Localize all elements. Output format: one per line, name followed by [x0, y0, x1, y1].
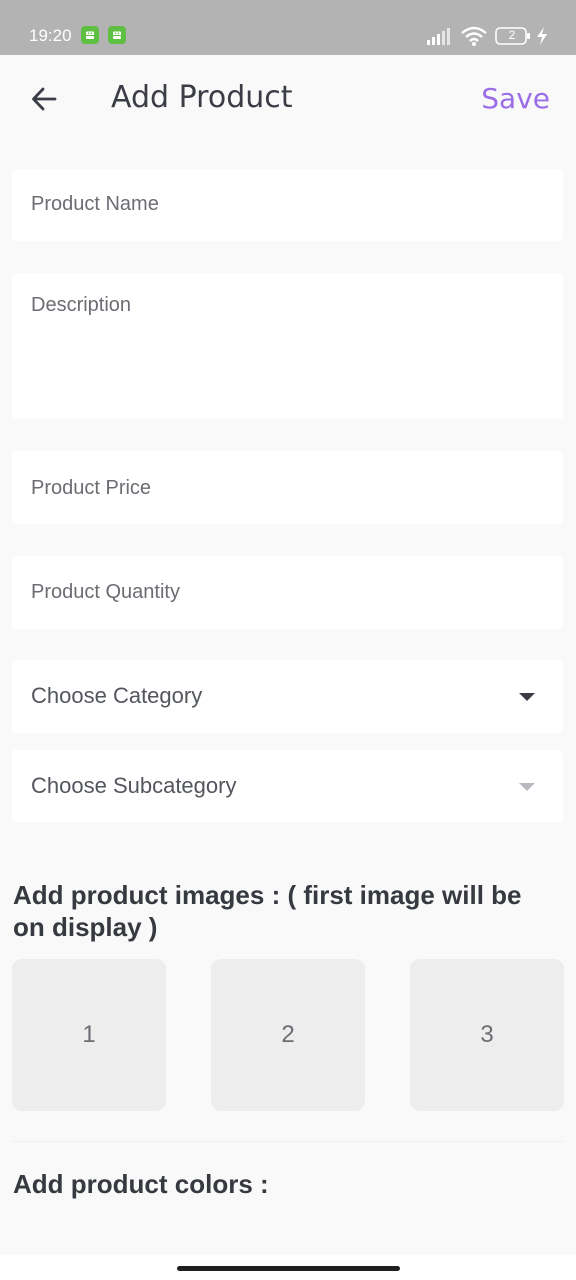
save-button[interactable]: Save	[481, 79, 550, 119]
description-placeholder: Description	[31, 294, 132, 316]
home-indicator[interactable]	[177, 1266, 400, 1271]
status-bar: 19:20 2	[0, 0, 576, 55]
divider	[12, 1141, 563, 1142]
page-title: Add Product	[111, 80, 293, 115]
android-notification-icon	[108, 26, 126, 44]
dropdown-arrow-icon	[519, 693, 535, 701]
dropdown-arrow-icon	[519, 783, 535, 791]
product-name-field[interactable]: Product Name	[12, 169, 563, 241]
image-slot-number: 2	[281, 1021, 295, 1048]
back-button[interactable]	[24, 79, 64, 119]
arrow-left-icon	[32, 87, 57, 111]
charging-icon	[537, 27, 547, 45]
signal-icon	[427, 28, 450, 45]
product-quantity-placeholder: Product Quantity	[31, 581, 180, 603]
navigation-bar	[0, 1255, 576, 1280]
description-field[interactable]: Description	[12, 273, 563, 419]
image-slot-3[interactable]: 3	[410, 959, 564, 1111]
wifi-icon	[461, 26, 487, 46]
status-time: 19:20	[29, 26, 72, 45]
subcategory-select-label: Choose Subcategory	[31, 773, 237, 798]
images-section-heading: Add product images : ( first image will …	[13, 880, 522, 942]
product-price-placeholder: Product Price	[31, 477, 152, 499]
app-header: Add Product Save	[0, 55, 576, 145]
product-quantity-field[interactable]: Product Quantity	[12, 556, 563, 629]
product-name-placeholder: Product Name	[31, 193, 159, 215]
image-slot-number: 1	[82, 1021, 96, 1048]
category-select[interactable]: Choose Category	[12, 660, 563, 733]
image-slot-number: 3	[480, 1021, 494, 1048]
subcategory-select[interactable]: Choose Subcategory	[12, 750, 563, 822]
colors-section-heading: Add product colors :	[13, 1169, 269, 1199]
image-slot-1[interactable]: 1	[12, 959, 166, 1111]
category-select-label: Choose Category	[31, 683, 203, 708]
product-price-field[interactable]: Product Price	[12, 451, 563, 524]
image-slot-2[interactable]: 2	[211, 959, 365, 1111]
battery-level: 2	[508, 28, 516, 42]
android-notification-icon	[81, 26, 99, 44]
